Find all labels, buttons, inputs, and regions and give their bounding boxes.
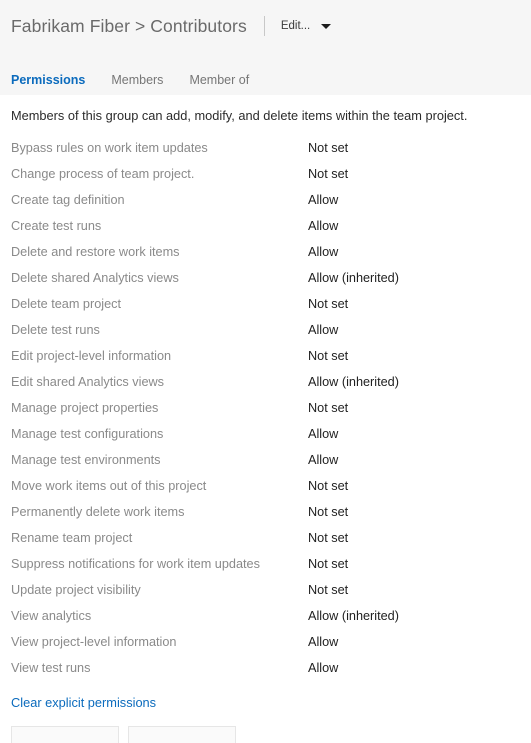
title-divider <box>263 16 265 36</box>
permission-value[interactable]: Allow (inherited) <box>308 603 399 629</box>
permission-row[interactable]: Create test runs Allow <box>0 213 531 239</box>
permission-value[interactable]: Not set <box>308 343 348 369</box>
permission-value[interactable]: Allow (inherited) <box>308 265 399 291</box>
permission-value[interactable]: Not set <box>308 395 348 421</box>
permission-row[interactable]: View analytics Allow (inherited) <box>0 603 531 629</box>
permission-value[interactable]: Allow <box>308 655 338 681</box>
permission-name: Rename team project <box>11 531 133 545</box>
permission-row[interactable]: Rename team project Not set <box>0 525 531 551</box>
permission-row[interactable]: Manage test configurations Allow <box>0 421 531 447</box>
permission-row[interactable]: Bypass rules on work item updates Not set <box>0 135 531 161</box>
permission-name: Create tag definition <box>11 193 125 207</box>
permission-row[interactable]: Permanently delete work items Not set <box>0 499 531 525</box>
permission-value[interactable]: Allow <box>308 239 338 265</box>
page-header: Fabrikam Fiber > Contributors Edit... Pe… <box>0 0 531 95</box>
permission-name: Delete and restore work items <box>11 245 180 259</box>
permission-name: View test runs <box>11 661 91 675</box>
page-title: Fabrikam Fiber > Contributors <box>11 16 247 36</box>
permission-value[interactable]: Not set <box>308 499 348 525</box>
permission-row[interactable]: Delete shared Analytics views Allow (inhe… <box>0 265 531 291</box>
secondary-action-button[interactable] <box>128 726 236 743</box>
breadcrumb: Fabrikam Fiber > Contributors Edit... <box>11 13 332 39</box>
permission-name: Suppress notifications for work item upd… <box>11 557 260 571</box>
permission-name: Move work items out of this project <box>11 479 207 493</box>
tab-member-of[interactable]: Member of <box>189 71 249 89</box>
permission-value[interactable]: Allow (inherited) <box>308 369 399 395</box>
permission-name: Update project visibility <box>11 583 141 597</box>
permission-row[interactable]: Manage test environments Allow <box>0 447 531 473</box>
tab-members[interactable]: Members <box>111 71 163 89</box>
permission-value[interactable]: Not set <box>308 577 348 603</box>
permission-name: Permanently delete work items <box>11 505 185 519</box>
permission-value[interactable]: Not set <box>308 291 348 317</box>
action-button-row <box>11 726 531 743</box>
permissions-content: Members of this group can add, modify, a… <box>0 95 531 743</box>
clear-explicit-permissions-link[interactable]: Clear explicit permissions <box>11 694 156 711</box>
permission-row[interactable]: Update project visibility Not set <box>0 577 531 603</box>
permission-value[interactable]: Not set <box>308 551 348 577</box>
permission-value[interactable]: Not set <box>308 473 348 499</box>
permission-value[interactable]: Allow <box>308 317 338 343</box>
permission-name: Manage project properties <box>11 401 159 415</box>
edit-menu-label: Edit... <box>280 20 311 32</box>
permission-name: View project-level information <box>11 635 177 649</box>
permission-value[interactable]: Allow <box>308 421 338 447</box>
permission-row[interactable]: Move work items out of this project Not s… <box>0 473 531 499</box>
permission-row[interactable]: View project-level information Allow <box>0 629 531 655</box>
permission-name: Delete test runs <box>11 323 100 337</box>
group-description: Members of this group can add, modify, a… <box>11 108 468 123</box>
permission-name: Delete team project <box>11 297 122 311</box>
tab-permissions[interactable]: Permissions <box>11 71 85 89</box>
permission-row[interactable]: Create tag definition Allow <box>0 187 531 213</box>
permission-row[interactable]: Change process of team project. Not set <box>0 161 531 187</box>
permission-name: Delete shared Analytics views <box>11 271 179 285</box>
permission-value[interactable]: Allow <box>308 187 338 213</box>
permission-value[interactable]: Allow <box>308 213 338 239</box>
permission-value[interactable]: Not set <box>308 525 348 551</box>
permission-value[interactable]: Allow <box>308 447 338 473</box>
permission-row[interactable]: Edit project-level information Not set <box>0 343 531 369</box>
permission-name: Edit shared Analytics views <box>11 375 165 389</box>
permission-name: View analytics <box>11 609 92 623</box>
permission-row[interactable]: Suppress notifications for work item upd… <box>0 551 531 577</box>
permission-name: Create test runs <box>11 219 102 233</box>
primary-action-button[interactable] <box>11 726 119 743</box>
permission-value[interactable]: Not set <box>308 161 348 187</box>
permission-row[interactable]: Delete test runs Allow <box>0 317 531 343</box>
permission-row[interactable]: Delete team project Not set <box>0 291 531 317</box>
permission-row[interactable]: Delete and restore work items Allow <box>0 239 531 265</box>
permission-value[interactable]: Not set <box>308 135 348 161</box>
edit-menu-button[interactable]: Edit... <box>280 15 332 37</box>
permission-value[interactable]: Allow <box>308 629 338 655</box>
permissions-list: Bypass rules on work item updates Not set… <box>0 135 531 681</box>
chevron-down-icon <box>321 23 332 29</box>
permissions-page: Fabrikam Fiber > Contributors Edit... Pe… <box>0 0 531 743</box>
permission-name: Manage test environments <box>11 453 161 467</box>
permission-name: Manage test configurations <box>11 427 164 441</box>
tab-bar: Permissions Members Member of <box>11 71 249 89</box>
permission-name: Change process of team project. <box>11 167 195 181</box>
permission-row[interactable]: Edit shared Analytics views Allow (inheri… <box>0 369 531 395</box>
permission-row[interactable]: Manage project properties Not set <box>0 395 531 421</box>
permission-row[interactable]: View test runs Allow <box>0 655 531 681</box>
permission-name: Edit project-level information <box>11 349 172 363</box>
permission-name: Bypass rules on work item updates <box>11 141 208 155</box>
